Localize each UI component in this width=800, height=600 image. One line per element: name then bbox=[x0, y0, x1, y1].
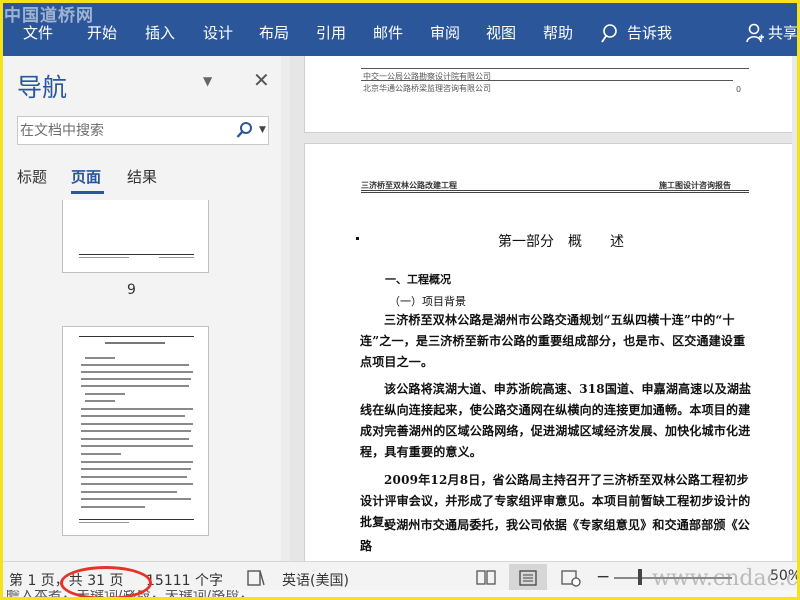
nav-search-input[interactable] bbox=[18, 117, 218, 144]
tab-review[interactable]: 审阅 bbox=[430, 22, 460, 43]
share-button[interactable]: 共享 bbox=[746, 22, 798, 43]
section-heading: 一、工程概况 bbox=[385, 273, 451, 286]
page-header-rule bbox=[361, 190, 749, 191]
body-paragraph-2: 该公路将滨湖大道、申苏浙皖高速、318国道、申嘉湖高速以及湖盐线在纵向连接起来，… bbox=[360, 382, 752, 459]
tab-help[interactable]: 帮助 bbox=[543, 22, 573, 43]
page-thumbnail-number: 9 bbox=[127, 282, 136, 298]
nav-options-dropdown-icon[interactable]: ▼ bbox=[203, 74, 212, 88]
ribbon-bar: 中国道桥网 文件 开始 插入 设计 布局 引用 邮件 审阅 视图 帮助 告诉我 … bbox=[0, 0, 800, 56]
tab-home[interactable]: 开始 bbox=[87, 22, 117, 43]
tab-file[interactable]: 文件 bbox=[23, 22, 53, 43]
active-tab-indicator bbox=[71, 191, 104, 194]
print-layout-icon bbox=[519, 570, 537, 586]
nav-scrollbar[interactable] bbox=[281, 56, 290, 561]
read-mode-icon[interactable] bbox=[476, 569, 496, 587]
paragraph-mark bbox=[356, 237, 359, 240]
person-icon bbox=[746, 23, 764, 42]
header-rule-top bbox=[361, 68, 749, 69]
search-dropdown-icon[interactable]: ▼ bbox=[259, 125, 266, 135]
body-paragraph-1: 三济桥至双林公路是湖州市公路交通规划“五纵四横十连”中的“十连”之一，是三济桥至… bbox=[360, 313, 746, 369]
tab-design[interactable]: 设计 bbox=[203, 22, 233, 43]
word-count-status[interactable]: 15111 个字 bbox=[146, 570, 223, 590]
page-thumbnail-10[interactable] bbox=[62, 326, 209, 536]
zoom-out-button[interactable]: − bbox=[596, 567, 610, 587]
nav-search-box: ▼ bbox=[17, 116, 269, 145]
zoom-slider-thumb[interactable] bbox=[638, 569, 642, 585]
nav-tab-results[interactable]: 结果 bbox=[127, 166, 157, 187]
print-layout-button[interactable] bbox=[509, 564, 547, 592]
navigation-pane: 导航 ▼ ✕ ▼ 标题 页面 结果 9 bbox=[0, 56, 290, 561]
site-watermark-bottom: www.cndac.com bbox=[652, 566, 800, 591]
nav-tab-pages[interactable]: 页面 bbox=[71, 166, 101, 187]
lightbulb-icon bbox=[601, 23, 617, 42]
page-number: 0 bbox=[736, 85, 742, 94]
page-header-rule-2 bbox=[361, 192, 749, 193]
tab-layout[interactable]: 布局 bbox=[259, 22, 289, 43]
language-status[interactable]: 英语(美国) bbox=[282, 570, 349, 590]
document-area: 中交一公局公路勘察设计院有限公司 北京华通公路桥梁监理咨询有限公司 0 三济桥至… bbox=[290, 56, 800, 561]
document-page-2[interactable]: 三济桥至双林公路改建工程 施工图设计咨询报告 第一部分 概 述 一、工程概况 （… bbox=[304, 143, 798, 561]
highlight-circle bbox=[60, 566, 152, 600]
web-layout-icon[interactable] bbox=[561, 569, 581, 587]
nav-close-icon[interactable]: ✕ bbox=[253, 68, 270, 92]
page-thumbnail-9[interactable] bbox=[62, 200, 209, 273]
footer-rule bbox=[361, 80, 733, 81]
nav-tab-headings[interactable]: 标题 bbox=[17, 166, 47, 187]
nav-title: 导航 bbox=[17, 73, 68, 102]
tab-view[interactable]: 视图 bbox=[486, 22, 516, 43]
document-scrollbar[interactable] bbox=[792, 56, 800, 561]
proofing-icon[interactable] bbox=[246, 569, 266, 587]
body-paragraph-4: 受湖州市交通局委托，我公司依据《专家组意见》和交通部部颁《公路 bbox=[360, 518, 751, 553]
tell-me-label: 告诉我 bbox=[627, 24, 673, 42]
document-page-1-bottom: 中交一公局公路勘察设计院有限公司 北京华通公路桥梁监理咨询有限公司 0 bbox=[304, 56, 798, 133]
share-label: 共享 bbox=[768, 24, 799, 42]
tab-insert[interactable]: 插入 bbox=[145, 22, 175, 43]
search-icon[interactable] bbox=[236, 121, 254, 139]
document-heading: 第一部分 概 述 bbox=[498, 234, 624, 250]
subsection-heading: （一）项目背景 bbox=[389, 295, 466, 308]
tab-mailings[interactable]: 邮件 bbox=[373, 22, 403, 43]
footer-line-2: 北京华通公路桥梁监理咨询有限公司 bbox=[363, 84, 491, 93]
tab-references[interactable]: 引用 bbox=[316, 22, 346, 43]
tell-me-box[interactable]: 告诉我 bbox=[601, 22, 672, 43]
